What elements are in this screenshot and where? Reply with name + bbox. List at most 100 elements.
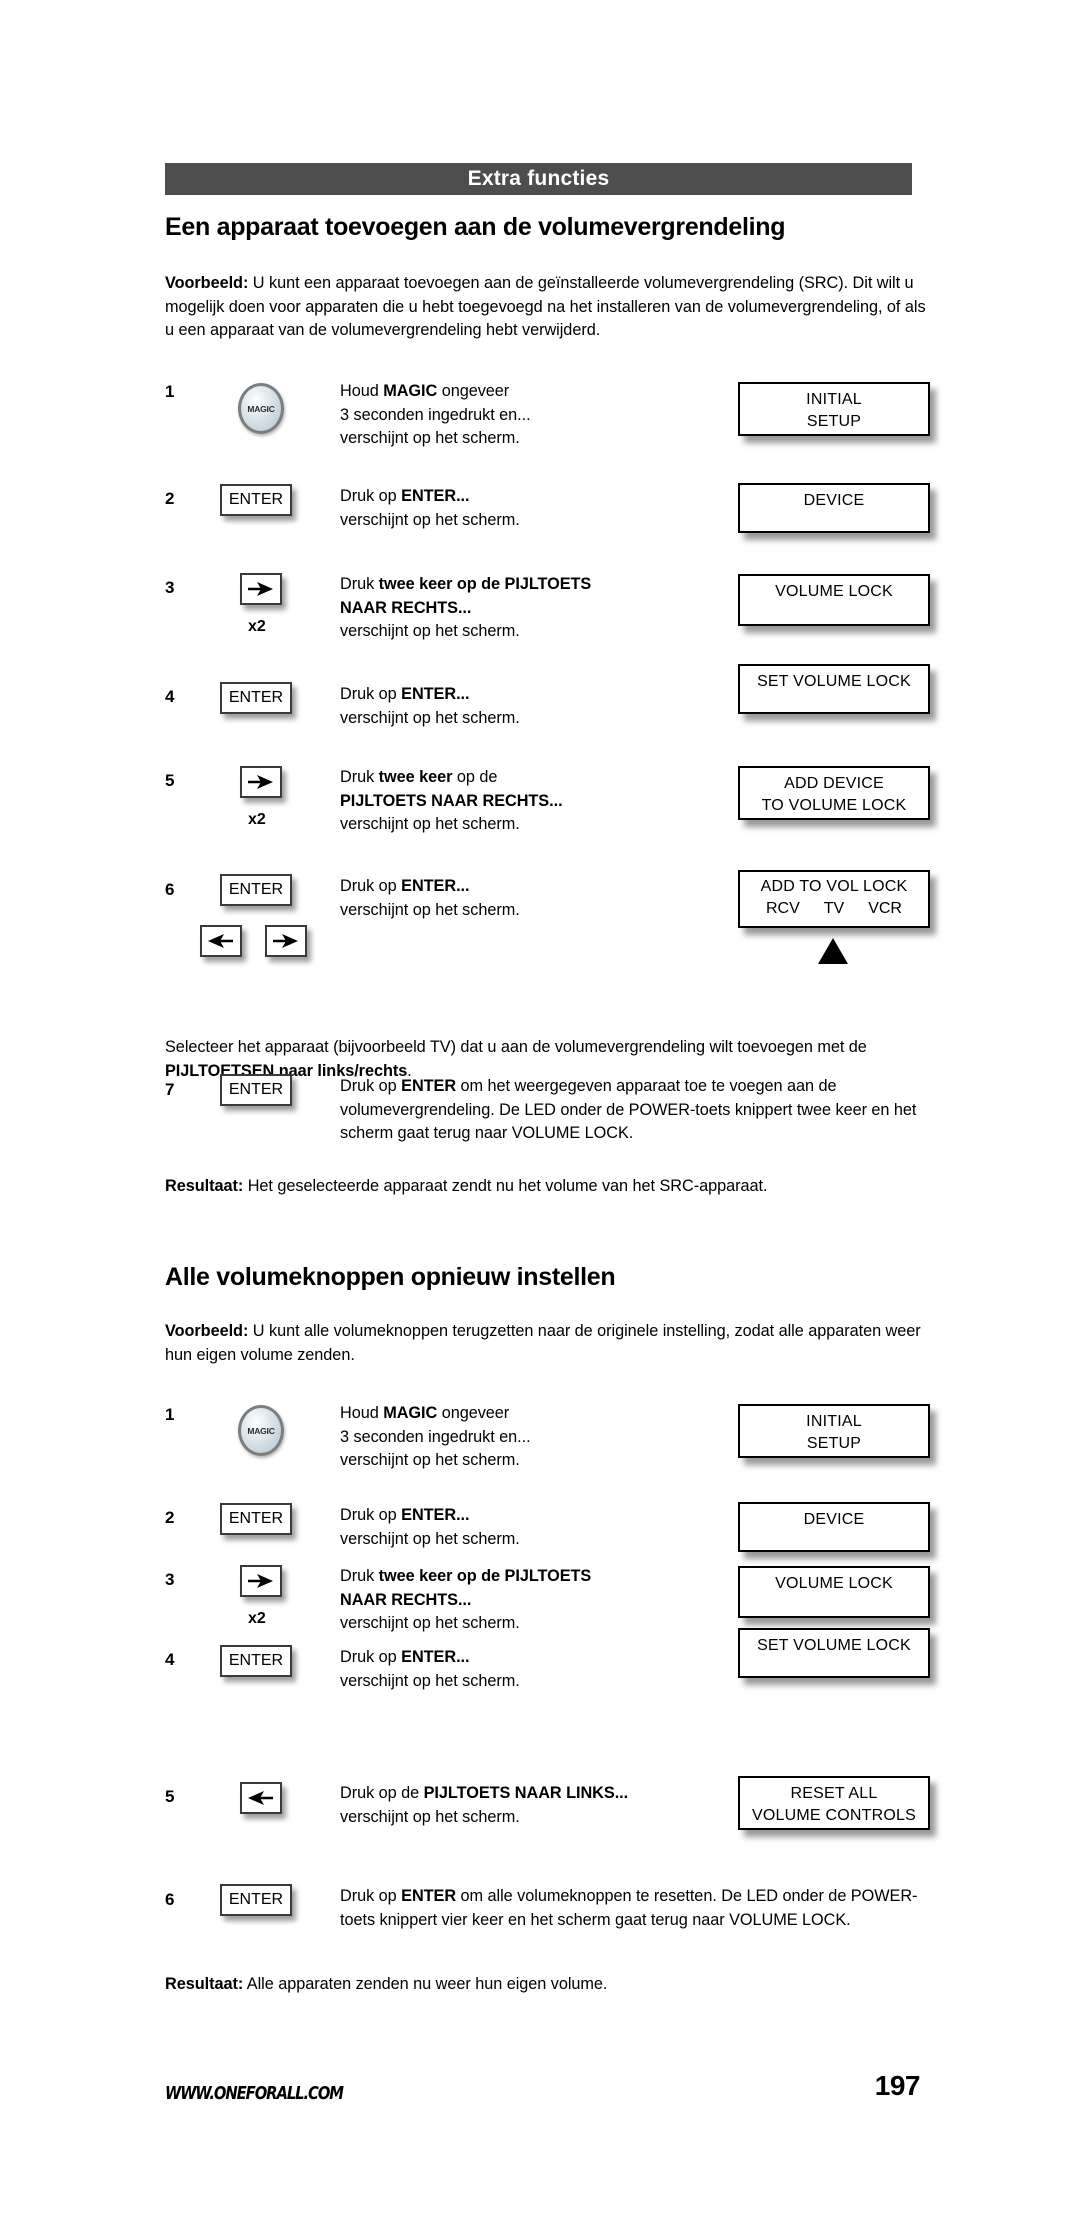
section-2-result-paragraph: Resultaat: Alle apparaten zenden nu weer… xyxy=(165,1973,930,1997)
intro-text: U kunt een apparaat toevoegen aan de geï… xyxy=(165,274,926,340)
lcd-line: VOLUME CONTROLS xyxy=(752,1807,916,1824)
repeat-count-label: x2 xyxy=(248,811,266,828)
step-instruction: Druk op ENTER... verschijnt op het scherm… xyxy=(340,1648,520,1690)
lcd-line: ADD DEVICE xyxy=(784,775,884,792)
page-header-bar: Extra functies xyxy=(165,163,912,195)
enter-key-icon[interactable]: ENTER xyxy=(220,1884,292,1916)
lcd-line: DEVICE xyxy=(803,1511,865,1528)
result-label: Resultaat: xyxy=(165,1177,244,1195)
enter-key-label: ENTER xyxy=(228,881,284,898)
step-instruction: Druk op ENTER om het weergegeven apparaa… xyxy=(340,1077,917,1143)
step-instruction: Druk op ENTER... verschijnt op het scherm… xyxy=(340,685,520,727)
magic-key-label: MAGIC xyxy=(247,403,275,414)
magic-key-icon[interactable]: MAGIC xyxy=(238,1405,284,1456)
section-2-intro-paragraph: Voorbeeld: U kunt alle volumeknoppen ter… xyxy=(165,1320,930,1367)
lcd-display: SET VOLUME LOCK xyxy=(738,664,930,714)
lcd-line: VOLUME LOCK xyxy=(775,1575,893,1592)
lcd-display: VOLUME LOCK xyxy=(738,574,930,626)
section-heading-reset-volume: Alle volumeknoppen opnieuw instellen xyxy=(165,1263,616,1291)
lcd-line: SETUP xyxy=(806,1435,862,1452)
step-number: 1 xyxy=(165,1405,175,1424)
step-instruction: Druk op ENTER om alle volumeknoppen te r… xyxy=(340,1887,918,1929)
intro-text: U kunt alle volumeknoppen terugzetten na… xyxy=(165,1322,921,1364)
magic-key-icon[interactable]: MAGIC xyxy=(238,383,284,434)
arrow-left-key-icon[interactable] xyxy=(200,925,242,957)
step-number: 2 xyxy=(165,1508,175,1527)
arrow-left-icon xyxy=(248,1791,273,1805)
lcd-line: ADD TO VOL LOCK xyxy=(760,878,908,895)
magic-key-label: MAGIC xyxy=(247,1425,275,1436)
arrow-right-icon xyxy=(273,934,298,948)
enter-key-label: ENTER xyxy=(228,1510,284,1527)
arrow-right-key-icon[interactable] xyxy=(240,1565,282,1597)
section-heading-add-device: Een apparaat toevoegen aan de volumeverg… xyxy=(165,213,786,241)
lcd-device-row: RCV TV VCR xyxy=(740,898,928,920)
lcd-selection-pointer-icon xyxy=(818,938,848,964)
enter-key-label: ENTER xyxy=(228,1652,284,1669)
arrow-right-key-icon[interactable] xyxy=(265,925,307,957)
enter-key-icon[interactable]: ENTER xyxy=(220,1074,292,1106)
lcd-line: SET VOLUME LOCK xyxy=(757,673,911,690)
repeat-count-label: x2 xyxy=(248,1610,266,1627)
step-instruction: Druk op ENTER... verschijnt op het scherm… xyxy=(340,1506,520,1548)
lcd-device-rcv: RCV xyxy=(765,900,800,917)
step-number: 6 xyxy=(165,1890,175,1909)
lcd-line: INITIAL xyxy=(806,391,862,408)
step-number: 6 xyxy=(165,880,175,899)
lcd-display: ADD DEVICE TO VOLUME LOCK xyxy=(738,766,930,820)
lcd-display: VOLUME LOCK xyxy=(738,1566,930,1618)
arrow-left-key-icon[interactable] xyxy=(240,1782,282,1814)
result-label: Resultaat: xyxy=(165,1975,244,1993)
enter-key-label: ENTER xyxy=(228,689,284,706)
mid-text-pre: Selecteer het apparaat (bijvoorbeeld TV)… xyxy=(165,1038,867,1056)
lcd-display: INITIAL SETUP xyxy=(738,382,930,436)
enter-key-icon[interactable]: ENTER xyxy=(220,874,292,906)
footer-website-url[interactable]: WWW.ONEFORALL.COM xyxy=(165,2083,344,2104)
lcd-display: INITIAL SETUP xyxy=(738,1404,930,1458)
step-instruction: Druk op ENTER... verschijnt op het scherm… xyxy=(340,877,520,919)
lcd-line: VOLUME LOCK xyxy=(775,583,893,600)
lcd-line: INITIAL xyxy=(806,1413,862,1430)
step-number: 2 xyxy=(165,489,175,508)
step-instruction: Houd MAGIC ongeveer 3 seconden ingedrukt … xyxy=(340,1404,531,1470)
lcd-line: TO VOLUME LOCK xyxy=(761,797,907,814)
arrow-left-icon xyxy=(208,934,233,948)
intro-label: Voorbeeld: xyxy=(165,1322,249,1340)
enter-key-icon[interactable]: ENTER xyxy=(220,682,292,714)
step-number: 1 xyxy=(165,382,175,401)
lcd-line: RESET ALL xyxy=(790,1785,878,1802)
lcd-display-device-select: ADD TO VOL LOCK RCV TV VCR xyxy=(738,870,930,928)
lcd-display: SET VOLUME LOCK xyxy=(738,1628,930,1678)
step-number: 7 xyxy=(165,1080,175,1099)
enter-key-icon[interactable]: ENTER xyxy=(220,484,292,516)
manual-page: Extra functies Een apparaat toevoegen aa… xyxy=(0,0,1080,2240)
step-number: 4 xyxy=(165,1650,175,1669)
arrow-right-icon xyxy=(248,582,273,596)
step-instruction: Houd MAGIC ongeveer 3 seconden ingedrukt … xyxy=(340,382,531,448)
step-number: 3 xyxy=(165,1570,175,1589)
footer-page-number: 197 xyxy=(874,2070,921,2101)
lcd-display: DEVICE xyxy=(738,483,930,533)
lcd-line: DEVICE xyxy=(803,492,865,509)
result-text: Het geselecteerde apparaat zendt nu het … xyxy=(243,1177,768,1195)
step-number: 5 xyxy=(165,771,175,790)
enter-key-icon[interactable]: ENTER xyxy=(220,1645,292,1677)
lcd-line: SET VOLUME LOCK xyxy=(757,1637,911,1654)
step-number: 3 xyxy=(165,578,175,597)
enter-key-icon[interactable]: ENTER xyxy=(220,1503,292,1535)
intro-label: Voorbeeld: xyxy=(165,274,249,292)
section-1-result-paragraph: Resultaat: Het geselecteerde apparaat ze… xyxy=(165,1175,930,1199)
result-text: Alle apparaten zenden nu weer hun eigen … xyxy=(243,1975,608,1993)
page-header-title: Extra functies xyxy=(467,167,610,190)
section-1-intro-paragraph: Voorbeeld: U kunt een apparaat toevoegen… xyxy=(165,272,930,343)
step-number: 5 xyxy=(165,1787,175,1806)
lcd-display: DEVICE xyxy=(738,1502,930,1552)
lcd-device-tv: TV xyxy=(823,900,845,917)
enter-key-label: ENTER xyxy=(228,1891,284,1908)
arrow-right-key-icon[interactable] xyxy=(240,766,282,798)
arrow-right-key-icon[interactable] xyxy=(240,573,282,605)
step-number: 4 xyxy=(165,687,175,706)
arrow-right-icon xyxy=(248,775,273,789)
repeat-count-label: x2 xyxy=(248,618,266,635)
lcd-device-vcr: VCR xyxy=(868,900,902,917)
